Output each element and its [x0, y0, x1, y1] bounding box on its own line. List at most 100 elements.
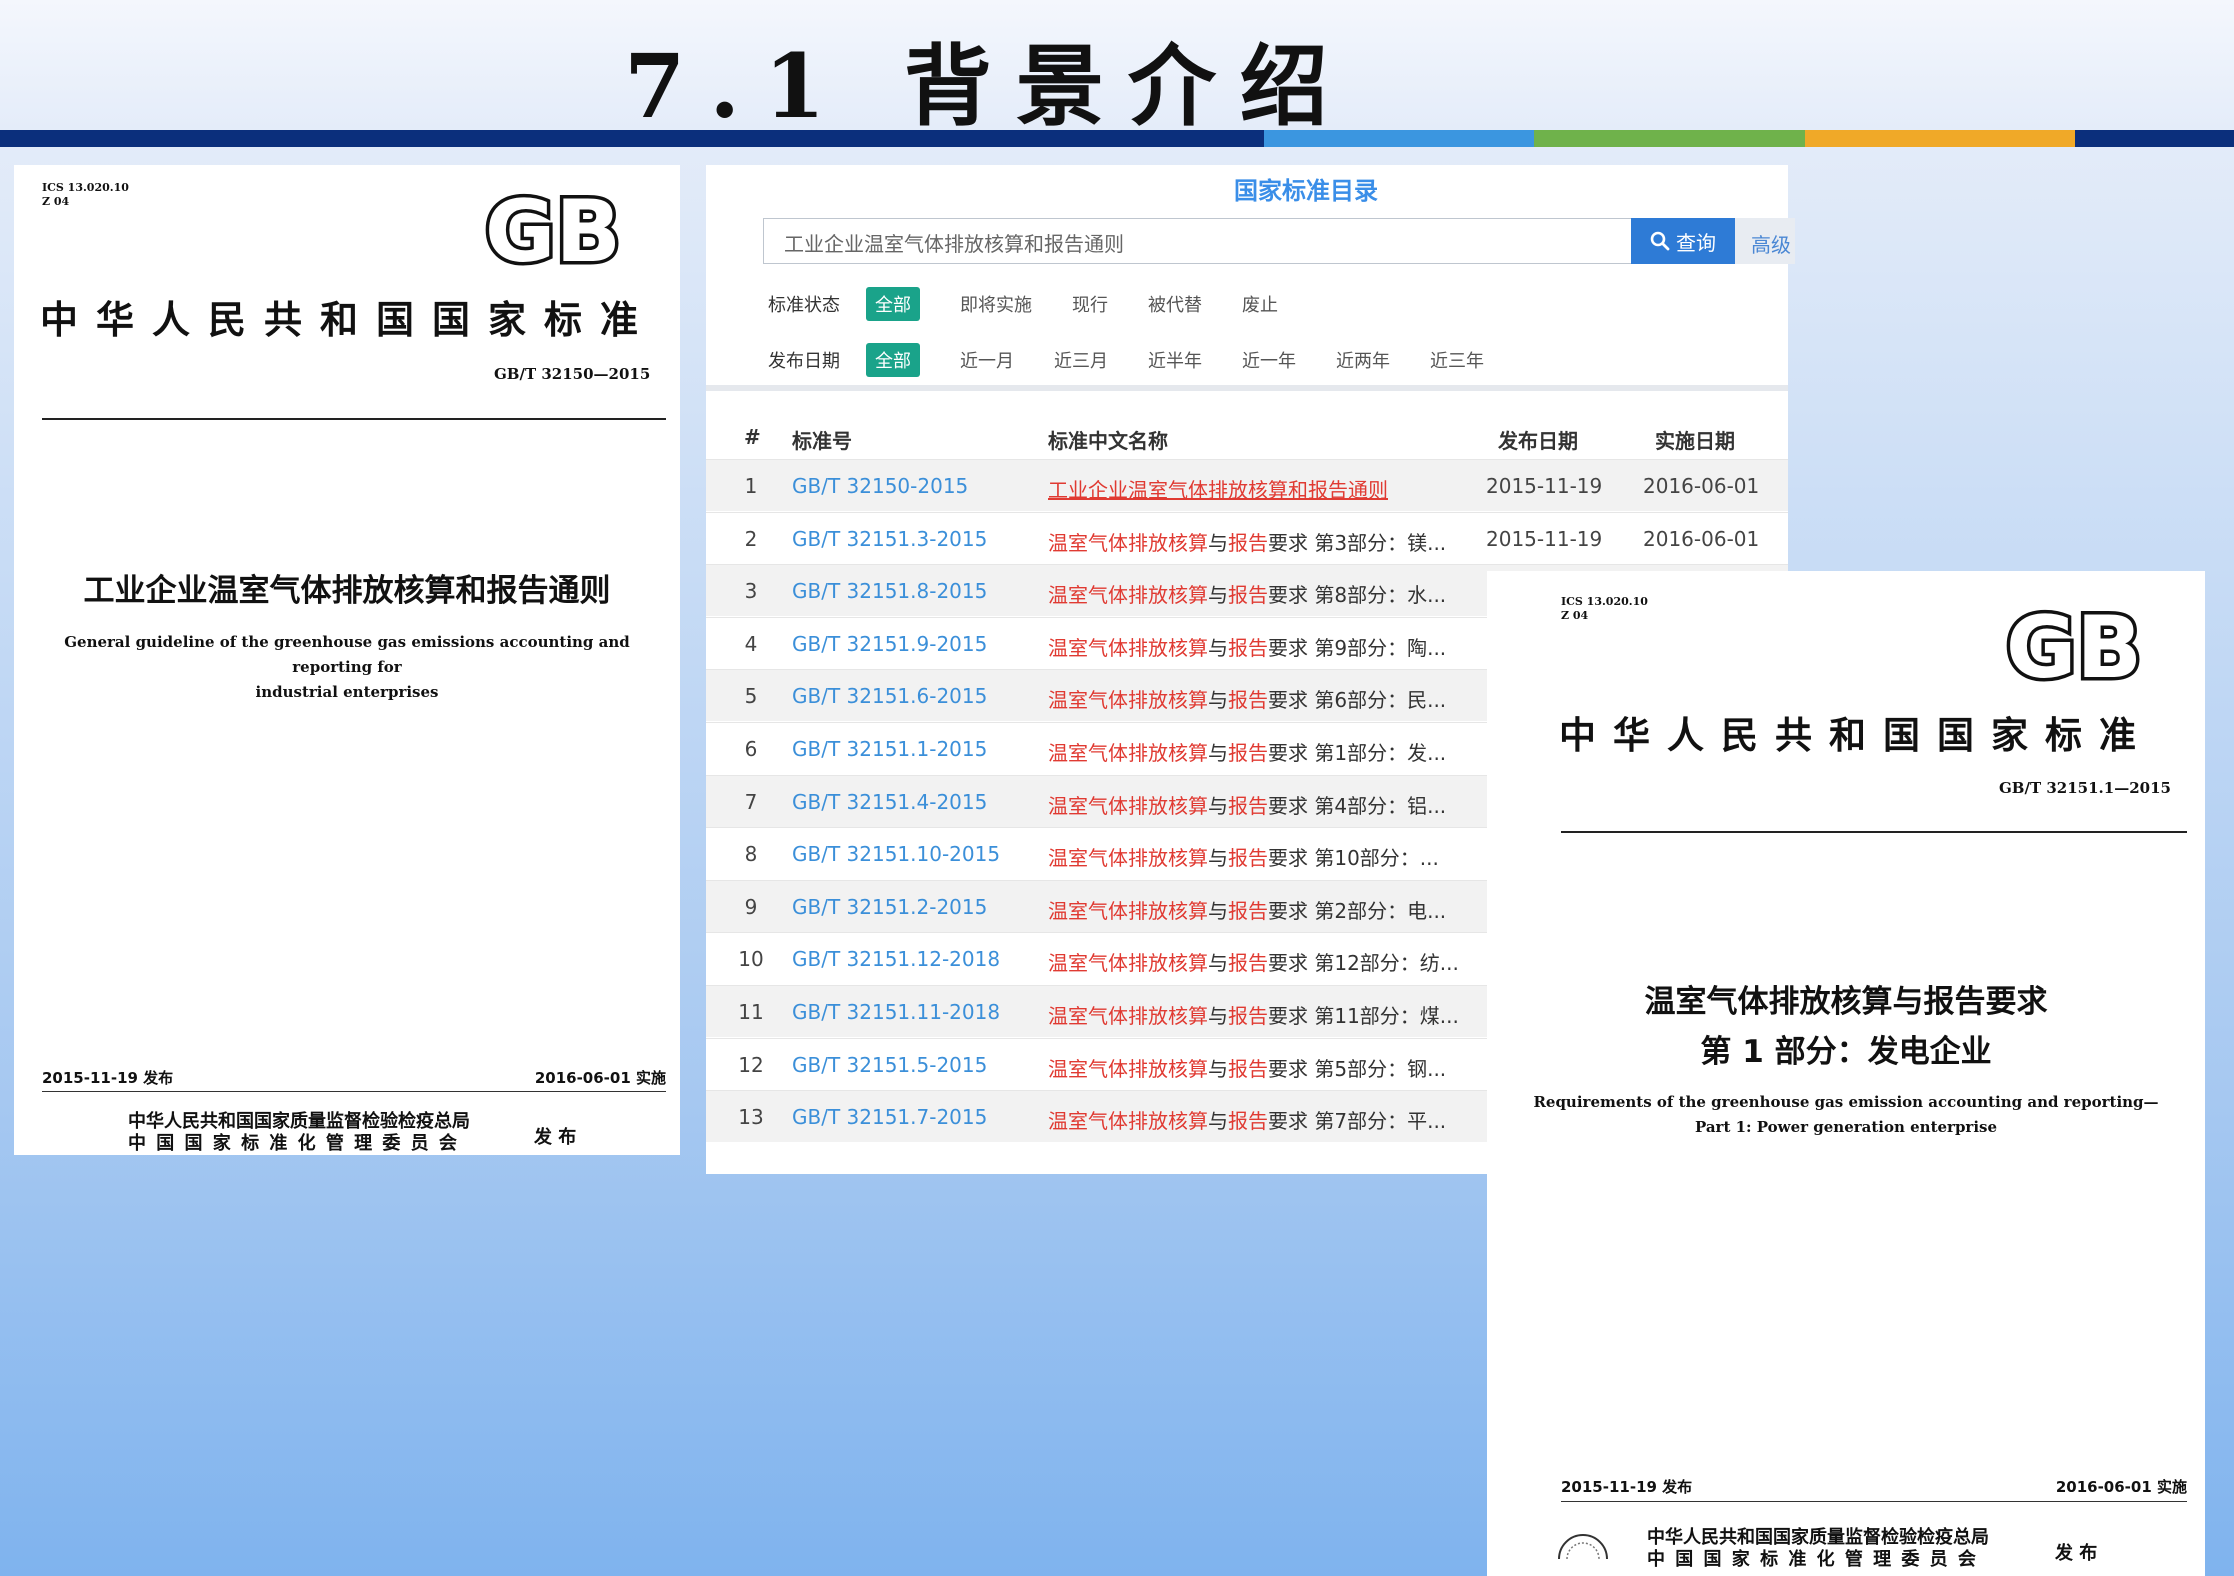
- slide-title: 7.1 背景介绍: [624, 34, 1352, 138]
- row-number: 1: [744, 474, 758, 498]
- row-number: 8: [744, 842, 758, 867]
- table-row[interactable]: 2 GB/T 32151.3-2015 温室气体排放核算与报告要求 第3部分：镁..…: [706, 511, 1788, 564]
- standard-code-link[interactable]: GB/T 32151.7-2015: [792, 1105, 987, 1129]
- date-filter-label: 发布日期: [768, 351, 840, 372]
- implement-date: 2016-06-01 实施: [534, 1069, 666, 1087]
- standard-code: GB/T 32150—2015: [494, 365, 651, 383]
- status-option-current[interactable]: 现行: [1072, 291, 1108, 317]
- standard-name-link[interactable]: 工业企业温室气体排放核算和报告通则: [1048, 474, 1388, 503]
- date-option-2y[interactable]: 近两年: [1336, 347, 1390, 373]
- standard-name-link[interactable]: 温室气体排放核算与报告要求 第5部分：钢...: [1048, 1053, 1446, 1082]
- date-option-all[interactable]: 全部: [866, 343, 920, 377]
- standard-cover-right: ICS 13.020.10 Z 04 GB 中华人民共和国国家标准 GB/T 3…: [1487, 571, 2205, 1576]
- standard-code-link[interactable]: GB/T 32150-2015: [792, 474, 968, 498]
- filter-separator: [706, 385, 1788, 391]
- search-button[interactable]: 查询: [1631, 218, 1735, 264]
- divider-thin: [42, 1091, 666, 1092]
- status-option-upcoming[interactable]: 即将实施: [960, 291, 1032, 317]
- issuer: 中华人民共和国国家质量监督检验检疫总局 中 国 国 家 标 准 化 管 理 委 …: [128, 1111, 470, 1154]
- standard-code-link[interactable]: GB/T 32151.8-2015: [792, 579, 987, 603]
- ics-code: ICS 13.020.10 Z 04: [1561, 595, 1648, 622]
- column-header-name: 标准中文名称: [1048, 429, 1168, 453]
- standard-code-link[interactable]: GB/T 32151.9-2015: [792, 632, 987, 656]
- search-input[interactable]: 工业企业温室气体排放核算和报告通则: [763, 218, 1637, 264]
- document-title-en: Requirements of the greenhouse gas emiss…: [1533, 1093, 2159, 1136]
- column-header-num: #: [744, 425, 761, 449]
- standard-name-link[interactable]: 温室气体排放核算与报告要求 第11部分：煤...: [1048, 1000, 1459, 1029]
- standard-code-link[interactable]: GB/T 32151.3-2015: [792, 527, 987, 551]
- status-option-all[interactable]: 全部: [866, 287, 920, 321]
- column-header-code: 标准号: [792, 429, 852, 453]
- date-option-1y[interactable]: 近一年: [1242, 347, 1296, 373]
- row-number: 3: [744, 579, 758, 604]
- row-number: 13: [738, 1105, 764, 1130]
- document-title-cn: 工业企业温室气体排放核算和报告通则: [83, 573, 611, 609]
- national-standard-title: 中华人民共和国国家标准: [1559, 713, 2153, 757]
- row-number: 7: [744, 789, 758, 814]
- stripe-navy-left: [0, 130, 1264, 147]
- divider: [1561, 831, 2187, 833]
- date-option-3y[interactable]: 近三年: [1430, 347, 1484, 373]
- row-number: 11: [738, 1000, 764, 1024]
- stripe-green: [1534, 130, 1805, 147]
- standard-code-link[interactable]: GB/T 32151.4-2015: [792, 790, 987, 814]
- document-title-cn: 温室气体排放核算与报告要求 第 1 部分：发电企业: [1644, 984, 2048, 1070]
- standard-code-link[interactable]: GB/T 32151.12-2018: [792, 947, 1000, 971]
- publish-date: 2015-11-19: [1486, 526, 1603, 551]
- standard-name-link[interactable]: 温室气体排放核算与报告要求 第9部分：陶...: [1048, 632, 1446, 661]
- svg-text:GB: GB: [485, 183, 621, 273]
- standard-code-link[interactable]: GB/T 32151.6-2015: [792, 684, 987, 708]
- row-number: 6: [744, 737, 758, 761]
- gb-logo-icon: GB: [2002, 599, 2145, 689]
- standard-code-link[interactable]: GB/T 32151.10-2015: [792, 842, 1000, 866]
- stripe-blue: [1264, 130, 1534, 147]
- publish-date: 2015-11-19 发布: [42, 1069, 174, 1087]
- date-option-6m[interactable]: 近半年: [1148, 347, 1202, 373]
- standard-code-link[interactable]: GB/T 32151.5-2015: [792, 1053, 987, 1077]
- status-filter: 标准状态 全部 即将实施 现行 被代替 废止: [768, 287, 1318, 321]
- catalog-title: 国家标准目录: [1234, 177, 1378, 205]
- standard-name-link[interactable]: 温室气体排放核算与报告要求 第8部分：水...: [1048, 579, 1446, 608]
- standard-name-link[interactable]: 温室气体排放核算与报告要求 第10部分：...: [1048, 842, 1439, 871]
- standard-name-link[interactable]: 温室气体排放核算与报告要求 第1部分：发...: [1048, 737, 1446, 766]
- column-header-implement: 实施日期: [1655, 429, 1735, 453]
- status-option-abolished[interactable]: 废止: [1242, 291, 1278, 317]
- standard-name-link[interactable]: 温室气体排放核算与报告要求 第2部分：电...: [1048, 895, 1446, 924]
- column-header-publish: 发布日期: [1498, 429, 1578, 453]
- standard-name-link[interactable]: 温室气体排放核算与报告要求 第7部分：平...: [1048, 1105, 1446, 1134]
- search-icon: [1650, 231, 1670, 251]
- issue-word: 发 布: [534, 1127, 577, 1148]
- standard-name-link[interactable]: 温室气体排放核算与报告要求 第3部分：镁...: [1048, 527, 1446, 556]
- advanced-search-button[interactable]: 高级: [1735, 218, 1795, 264]
- standard-code-link[interactable]: GB/T 32151.11-2018: [792, 1000, 1000, 1024]
- date-option-1m[interactable]: 近一月: [960, 347, 1014, 373]
- implement-date: 2016-06-01 实施: [2055, 1478, 2187, 1496]
- date-filter: 发布日期 全部 近一月 近三月 近半年 近一年 近两年 近三年: [768, 343, 1524, 377]
- table-row[interactable]: 1 GB/T 32150-2015 工业企业温室气体排放核算和报告通则 2015-11…: [706, 459, 1788, 511]
- status-filter-label: 标准状态: [768, 295, 840, 316]
- document-title-en: General guideline of the greenhouse gas …: [64, 633, 630, 701]
- standard-code-link[interactable]: GB/T 32151.2-2015: [792, 895, 987, 919]
- row-number: 2: [744, 526, 758, 551]
- row-number: 12: [738, 1052, 764, 1077]
- cover-dates: 2015-11-19 发布 2016-06-01 实施: [42, 1067, 666, 1088]
- implement-date: 2016-06-01: [1643, 526, 1760, 551]
- publish-date: 2015-11-19 发布: [1561, 1478, 1693, 1496]
- stripe-orange: [1805, 130, 2075, 147]
- cover-dates: 2015-11-19 发布 2016-06-01 实施: [1561, 1476, 2187, 1497]
- standard-code-link[interactable]: GB/T 32151.1-2015: [792, 737, 987, 761]
- svg-text:GB: GB: [2006, 599, 2142, 689]
- divider: [42, 418, 666, 420]
- standard-name-link[interactable]: 温室气体排放核算与报告要求 第12部分：纺...: [1048, 947, 1459, 976]
- standard-cover-left: ICS 13.020.10 Z 04 GB 中华人民共和国国家标准 GB/T 3…: [14, 165, 680, 1155]
- standard-name-link[interactable]: 温室气体排放核算与报告要求 第4部分：铝...: [1048, 790, 1446, 819]
- seal-icon: [1558, 1534, 1608, 1560]
- status-option-replaced[interactable]: 被代替: [1148, 291, 1202, 317]
- issue-word: 发 布: [2055, 1543, 2098, 1564]
- row-number: 4: [744, 631, 758, 656]
- row-number: 10: [738, 947, 764, 972]
- implement-date: 2016-06-01: [1643, 474, 1760, 498]
- date-option-3m[interactable]: 近三月: [1054, 347, 1108, 373]
- issuer: 中华人民共和国国家质量监督检验检疫总局 中 国 国 家 标 准 化 管 理 委 …: [1647, 1527, 1989, 1570]
- standard-name-link[interactable]: 温室气体排放核算与报告要求 第6部分：民...: [1048, 684, 1446, 713]
